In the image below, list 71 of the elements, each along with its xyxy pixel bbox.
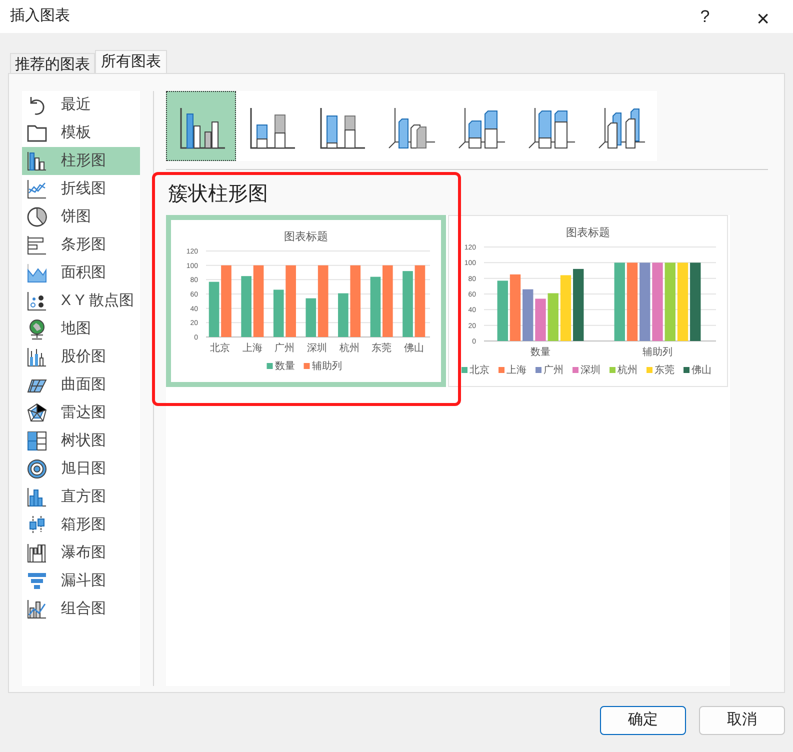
chart-title: 图表标题: [284, 231, 328, 243]
close-button[interactable]: ×: [748, 2, 778, 32]
bar: [273, 290, 284, 337]
bar: [522, 289, 534, 341]
help-button[interactable]: ?: [690, 2, 720, 32]
funnel-icon: [26, 570, 48, 592]
legend-swatch: [536, 367, 542, 373]
line-chart-icon: [26, 178, 48, 200]
column-chart-icon: [26, 150, 48, 172]
bar: [338, 293, 348, 337]
bar: [548, 293, 558, 341]
combo-chart-icon: [26, 598, 48, 620]
bar: [560, 275, 572, 341]
bar: [208, 282, 220, 337]
category-label: 数量: [530, 347, 550, 358]
legend-swatch: [266, 363, 273, 369]
legend-label: 辅助列: [312, 361, 342, 372]
category-label: 深圳: [307, 343, 327, 354]
legend-swatch: [462, 367, 468, 373]
bar: [253, 265, 264, 337]
bar: [535, 298, 546, 341]
category-label: 广州: [274, 343, 295, 354]
bar: [402, 271, 413, 337]
bar: [414, 265, 426, 337]
legend-label: 北京: [470, 365, 490, 376]
bar: [510, 274, 521, 341]
legend-label: 上海: [506, 365, 526, 376]
chart-subtype-button[interactable]: [166, 91, 236, 161]
bar: [370, 276, 381, 337]
bar: [241, 276, 252, 337]
legend-swatch: [304, 363, 310, 369]
scatter-chart-icon: [26, 290, 48, 312]
chart-type-title: 簇状柱形图: [168, 182, 269, 207]
legend-swatch: [498, 367, 504, 373]
bar: [286, 265, 296, 337]
category-label: 北京: [210, 343, 230, 354]
bar: [497, 280, 508, 341]
dialog-button[interactable]: 确定: [600, 706, 686, 735]
bar: [350, 265, 361, 337]
window-title: 插入图表: [10, 6, 70, 26]
legend-label: 佛山: [692, 365, 712, 376]
bar-chart-icon: [26, 234, 48, 256]
stock-chart-icon: [26, 346, 48, 368]
legend-label: 东莞: [654, 365, 674, 376]
treemap-icon: [26, 430, 48, 452]
bar: [221, 265, 232, 337]
category-label: 辅助列: [642, 347, 672, 358]
pie-chart-icon: [26, 206, 48, 228]
waterfall-icon: [26, 542, 48, 564]
sidebar-item[interactable]: 柱形图: [22, 147, 140, 175]
category-label: 佛山: [404, 343, 424, 354]
legend-swatch: [646, 367, 652, 373]
category-label: 东莞: [372, 343, 392, 354]
legend-label: 深圳: [580, 365, 600, 376]
legend-label: 杭州: [618, 365, 638, 376]
category-label: 杭州: [339, 343, 360, 354]
legend-swatch: [610, 367, 616, 373]
histogram-icon: [26, 486, 48, 508]
legend-label: 广州: [544, 365, 564, 376]
sunburst-icon: [26, 458, 48, 480]
tab[interactable]: 所有图表: [95, 50, 167, 73]
chart-title: 图表标题: [566, 227, 610, 239]
bar: [382, 265, 393, 337]
legend-swatch: [684, 367, 690, 373]
area-chart-icon: [26, 262, 48, 284]
legend-swatch: [572, 367, 578, 373]
category-label: 上海: [242, 343, 262, 354]
dialog-button[interactable]: 取消: [699, 706, 785, 735]
legend-label: 数量: [274, 361, 295, 372]
tab[interactable]: 推荐的图表: [10, 53, 95, 73]
radar-chart-icon: [26, 402, 48, 424]
